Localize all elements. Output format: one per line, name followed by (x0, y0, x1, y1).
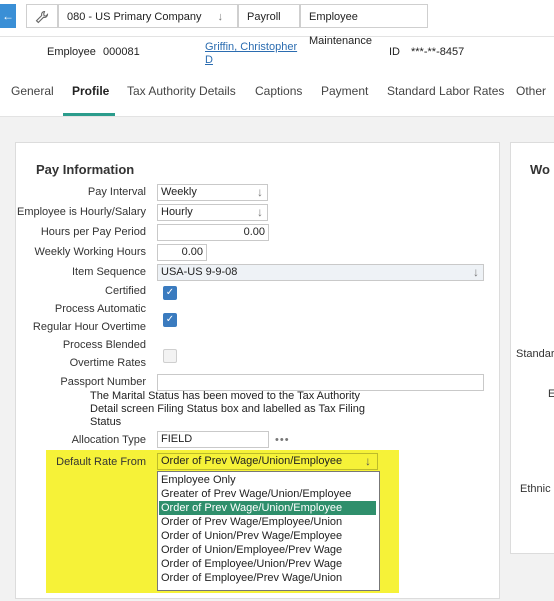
passport-label: Passport Number (60, 376, 146, 388)
section-title: Pay Information (36, 162, 135, 177)
tab-standard-labor-rates[interactable]: Standard Labor Rates (387, 84, 504, 98)
id-value: ***-**-8457 (411, 46, 465, 58)
hours-per-period-input[interactable]: 0.00 (157, 224, 269, 241)
employee-name-link[interactable]: Griffin, Christopher D (205, 41, 315, 67)
allocation-type-input[interactable]: FIELD (157, 431, 269, 448)
pay-interval-label: Pay Interval (87, 186, 146, 198)
process-blended-label-line1: Process Blended (62, 339, 146, 351)
item-sequence-select[interactable]: USA-US 9-9-08 ↓ (157, 264, 484, 281)
wrench-icon[interactable] (26, 4, 58, 28)
allocation-type-label: Allocation Type (71, 434, 146, 446)
breadcrumb-company[interactable]: 080 - US Primary Company ↓ (58, 4, 238, 28)
side-label-e: E (548, 388, 554, 400)
chevron-down-icon: ↓ (473, 265, 479, 279)
module-label: Payroll (247, 11, 281, 23)
employee-name-line1: Griffin, Christopher (205, 41, 298, 53)
pay-interval-select[interactable]: Weekly ↓ (157, 184, 268, 201)
hourly-salary-label: Employee is Hourly/Salary (17, 206, 146, 218)
more-options-icon[interactable]: ••• (275, 434, 290, 446)
weekly-hours-label: Weekly Working Hours (34, 246, 146, 258)
employee-label: Employee (47, 46, 96, 58)
chevron-down-icon[interactable]: ↓ (218, 5, 224, 29)
default-rate-value: Order of Prev Wage/Union/Employee (161, 455, 343, 467)
tab-profile[interactable]: Profile (72, 84, 109, 98)
side-label-ethnic: Ethnic (520, 483, 551, 495)
option-greater-prev-wage-union-employee[interactable]: Greater of Prev Wage/Union/Employee (159, 487, 376, 501)
weekly-hours-input[interactable]: 0.00 (157, 244, 207, 261)
process-automatic-label-line1: Process Automatic (54, 303, 146, 315)
process-automatic-label-line2: Regular Hour Overtime (32, 321, 146, 333)
active-tab-indicator (63, 113, 115, 116)
breadcrumb-employee-maintenance[interactable]: Employee Maintenance (300, 4, 428, 47)
pay-interval-value: Weekly (161, 186, 197, 198)
hours-per-period-label: Hours per Pay Period (40, 226, 146, 238)
chevron-down-icon: ↓ (257, 205, 263, 219)
hourly-salary-select[interactable]: Hourly ↓ (157, 204, 268, 221)
certified-label: Certified (105, 285, 146, 297)
option-order-union-employee-prev-wage[interactable]: Order of Union/Employee/Prev Wage (159, 543, 376, 557)
tab-general[interactable]: General (11, 84, 54, 98)
default-rate-label: Default Rate From (56, 456, 146, 468)
option-order-prev-wage-union-employee[interactable]: Order of Prev Wage/Union/Employee (159, 501, 376, 515)
hourly-salary-value: Hourly (161, 206, 193, 218)
company-label: 080 - US Primary Company (67, 11, 202, 23)
process-automatic-checkbox[interactable]: ✓ (163, 313, 177, 327)
marital-status-note: The Marital Status has been moved to the… (90, 390, 365, 428)
tab-tax-authority-details[interactable]: Tax Authority Details (127, 84, 236, 98)
employee-number: 000081 (103, 46, 140, 58)
chevron-down-icon: ↓ (257, 185, 263, 199)
option-order-prev-wage-employee-union[interactable]: Order of Prev Wage/Employee/Union (159, 515, 376, 529)
tab-other[interactable]: Other (516, 84, 546, 98)
certified-checkbox[interactable]: ✓ (163, 286, 177, 300)
passport-input[interactable] (157, 374, 484, 391)
id-label: ID (389, 46, 400, 58)
option-order-employee-prev-wage-union[interactable]: Order of Employee/Prev Wage/Union (159, 571, 376, 585)
option-order-employee-union-prev-wage[interactable]: Order of Employee/Union/Prev Wage (159, 557, 376, 571)
default-rate-select[interactable]: Order of Prev Wage/Union/Employee ↓ (157, 453, 378, 470)
item-sequence-value: USA-US 9-9-08 (161, 266, 238, 278)
process-blended-label-line2: Overtime Rates (69, 357, 146, 369)
screen-label: Employee Maintenance (309, 11, 372, 47)
breadcrumb-payroll[interactable]: Payroll (238, 4, 300, 28)
process-blended-checkbox[interactable] (163, 349, 177, 363)
back-arrow-icon[interactable]: ← (0, 4, 16, 28)
option-order-union-prev-wage-employee[interactable]: Order of Union/Prev Wage/Employee (159, 529, 376, 543)
item-sequence-label: Item Sequence (72, 266, 146, 278)
chevron-down-icon: ↓ (365, 454, 371, 468)
tab-captions[interactable]: Captions (255, 84, 302, 98)
option-employee-only[interactable]: Employee Only (159, 473, 376, 487)
tab-payment[interactable]: Payment (321, 84, 368, 98)
employee-name-line2: D (205, 54, 213, 66)
side-label-standar: Standar (516, 348, 554, 360)
side-panel-title: Wo (530, 162, 550, 177)
